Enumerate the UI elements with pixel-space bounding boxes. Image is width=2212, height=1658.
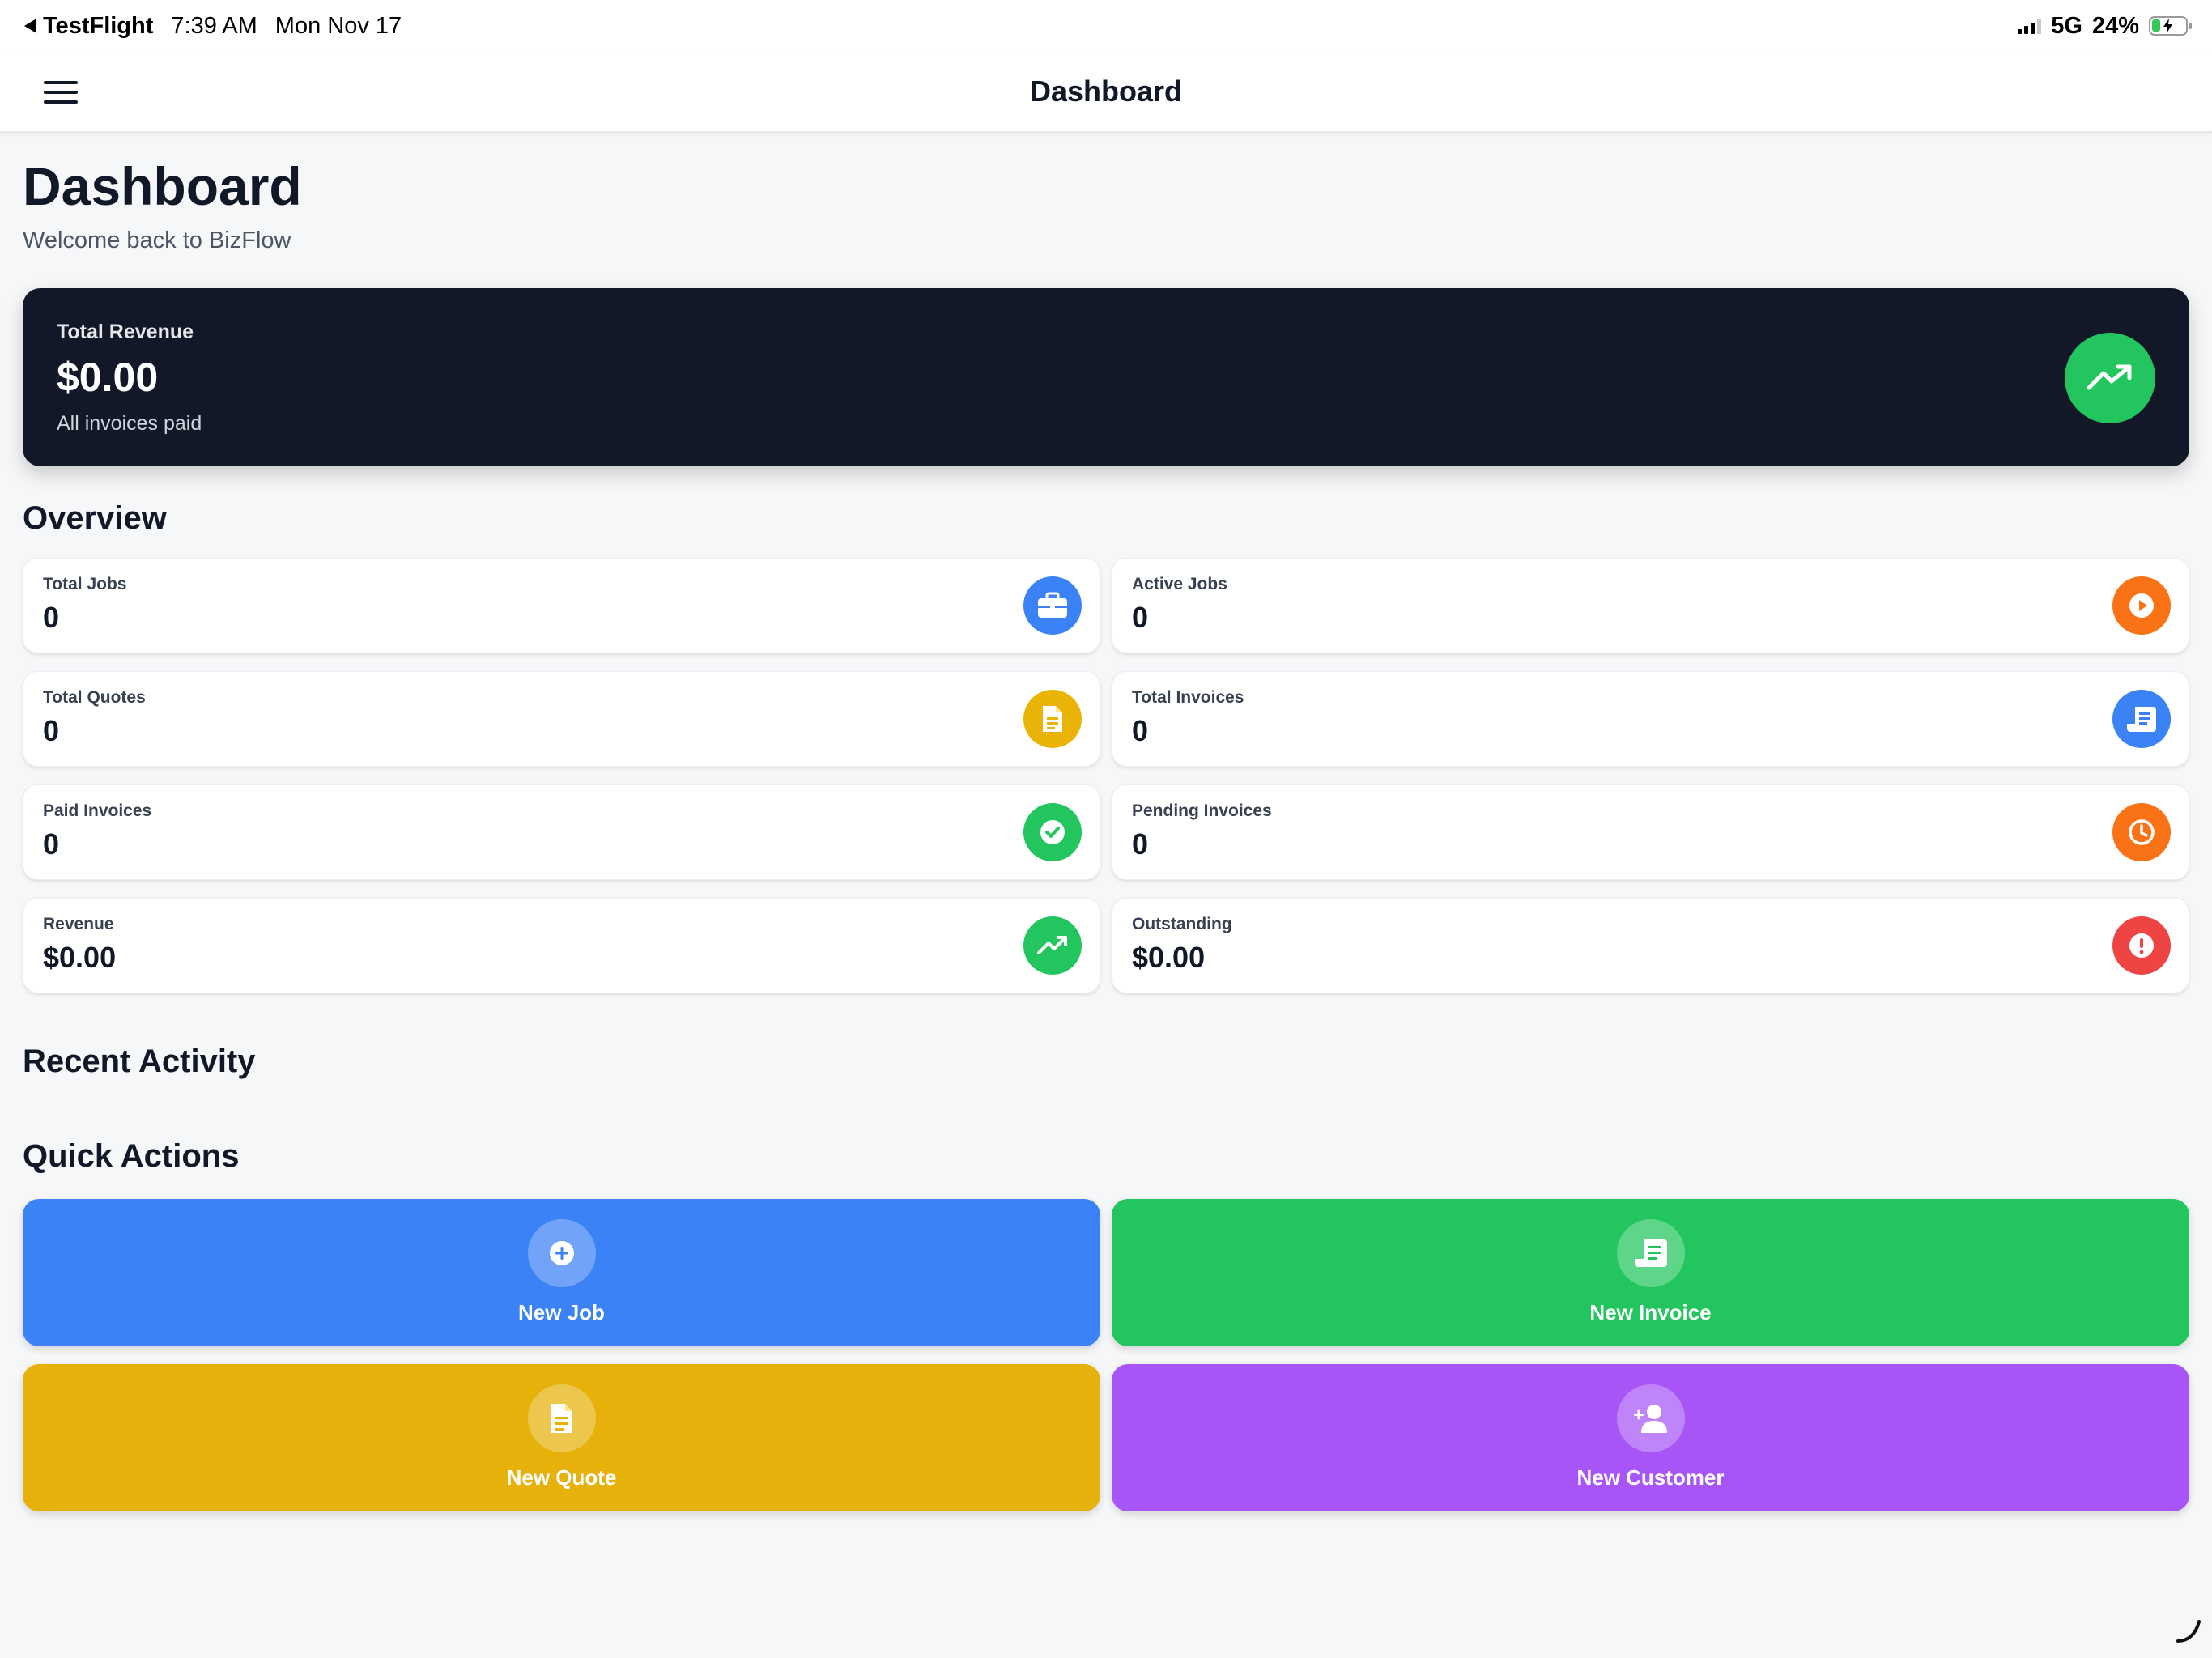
clock-icon <box>2112 802 2171 861</box>
stat-label: Total Quotes <box>43 687 146 707</box>
stat-card-revenue[interactable]: Revenue $0.00 <box>23 897 1100 993</box>
new-job-button[interactable]: New Job <box>23 1198 1100 1346</box>
play-circle-icon <box>2112 576 2171 635</box>
new-invoice-button[interactable]: New Invoice <box>1112 1198 2189 1346</box>
stat-card-total-jobs[interactable]: Total Jobs 0 <box>23 557 1100 653</box>
stat-label: Outstanding <box>1132 914 1232 933</box>
document-icon <box>1023 689 1082 748</box>
overview-heading: Overview <box>23 500 167 536</box>
network-type: 5G <box>2051 12 2082 39</box>
stat-value: 0 <box>1132 827 1149 861</box>
stat-label: Revenue <box>43 914 114 933</box>
nav-title: Dashboard <box>1029 74 1183 108</box>
action-label: New Job <box>518 1300 605 1325</box>
stat-card-total-invoices[interactable]: Total Invoices 0 <box>1112 670 2189 767</box>
revenue-value: $0.00 <box>57 354 159 400</box>
stat-card-outstanding[interactable]: Outstanding $0.00 <box>1112 897 2189 993</box>
person-add-icon <box>1616 1384 1685 1453</box>
stat-value: $0.00 <box>43 940 117 974</box>
receipt-icon <box>2112 689 2171 748</box>
receipt-icon <box>1616 1219 1685 1288</box>
quick-actions-heading: Quick Actions <box>23 1137 240 1174</box>
alert-icon <box>2112 916 2171 975</box>
new-quote-button[interactable]: New Quote <box>23 1363 1100 1511</box>
plus-circle-icon <box>527 1219 596 1288</box>
status-date: Mon Nov 17 <box>274 12 402 39</box>
battery-percent: 24% <box>2091 12 2139 39</box>
stat-card-total-quotes[interactable]: Total Quotes 0 <box>23 670 1100 767</box>
page-subtitle: Welcome back to BizFlow <box>23 227 291 253</box>
trending-up-icon <box>2065 332 2155 423</box>
action-label: New Invoice <box>1589 1300 1712 1325</box>
stat-value: 0 <box>1132 600 1149 634</box>
stat-label: Total Jobs <box>43 574 127 593</box>
dashboard-content: Dashboard Welcome back to BizFlow Total … <box>23 133 2189 1511</box>
stat-value: 0 <box>43 827 60 861</box>
battery-charging-icon <box>2149 16 2192 36</box>
action-label: New Customer <box>1576 1465 1725 1490</box>
new-customer-button[interactable]: New Customer <box>1112 1363 2189 1511</box>
briefcase-icon <box>1023 576 1082 635</box>
cellular-signal-icon <box>2018 18 2042 34</box>
stat-value: 0 <box>43 600 60 634</box>
stat-label: Total Invoices <box>1132 687 1244 707</box>
menu-button[interactable] <box>40 76 81 108</box>
stat-value: $0.00 <box>1132 940 1206 974</box>
status-bar: TestFlight 7:39 AM Mon Nov 17 5G 24% <box>0 0 2212 52</box>
revenue-subtitle: All invoices paid <box>57 411 202 435</box>
back-to-app-link[interactable]: TestFlight <box>24 13 153 40</box>
hamburger-icon-line <box>44 91 78 94</box>
trending-up-icon <box>1023 916 1082 975</box>
stat-label: Active Jobs <box>1132 574 1227 593</box>
navigation-bar: Dashboard <box>0 52 2212 133</box>
stat-value: 0 <box>43 713 60 747</box>
hamburger-icon-line <box>44 81 78 84</box>
overview-stats-grid: Total Jobs 0 Active Jobs 0 Total Quotes … <box>23 557 2189 993</box>
stat-label: Paid Invoices <box>43 801 152 820</box>
stat-card-paid-invoices[interactable]: Paid Invoices 0 <box>23 784 1100 880</box>
check-circle-icon <box>1023 802 1082 861</box>
action-label: New Quote <box>506 1465 617 1490</box>
status-time: 7:39 AM <box>171 12 257 39</box>
total-revenue-card: Total Revenue $0.00 All invoices paid <box>23 287 2189 466</box>
back-arrow-icon <box>24 19 36 33</box>
document-icon <box>527 1384 596 1453</box>
page-title: Dashboard <box>23 156 302 216</box>
stat-card-pending-invoices[interactable]: Pending Invoices 0 <box>1112 784 2189 880</box>
hamburger-icon-line <box>44 100 78 104</box>
stat-card-active-jobs[interactable]: Active Jobs 0 <box>1112 557 2189 653</box>
quick-actions-grid: New Job New Invoice New Quote New Custom… <box>23 1198 2189 1511</box>
stat-value: 0 <box>1132 713 1149 747</box>
revenue-label: Total Revenue <box>57 320 194 343</box>
back-app-label: TestFlight <box>43 12 154 39</box>
stat-label: Pending Invoices <box>1132 801 1272 820</box>
resize-handle-icon <box>2173 1615 2202 1648</box>
recent-activity-heading: Recent Activity <box>23 1043 256 1079</box>
